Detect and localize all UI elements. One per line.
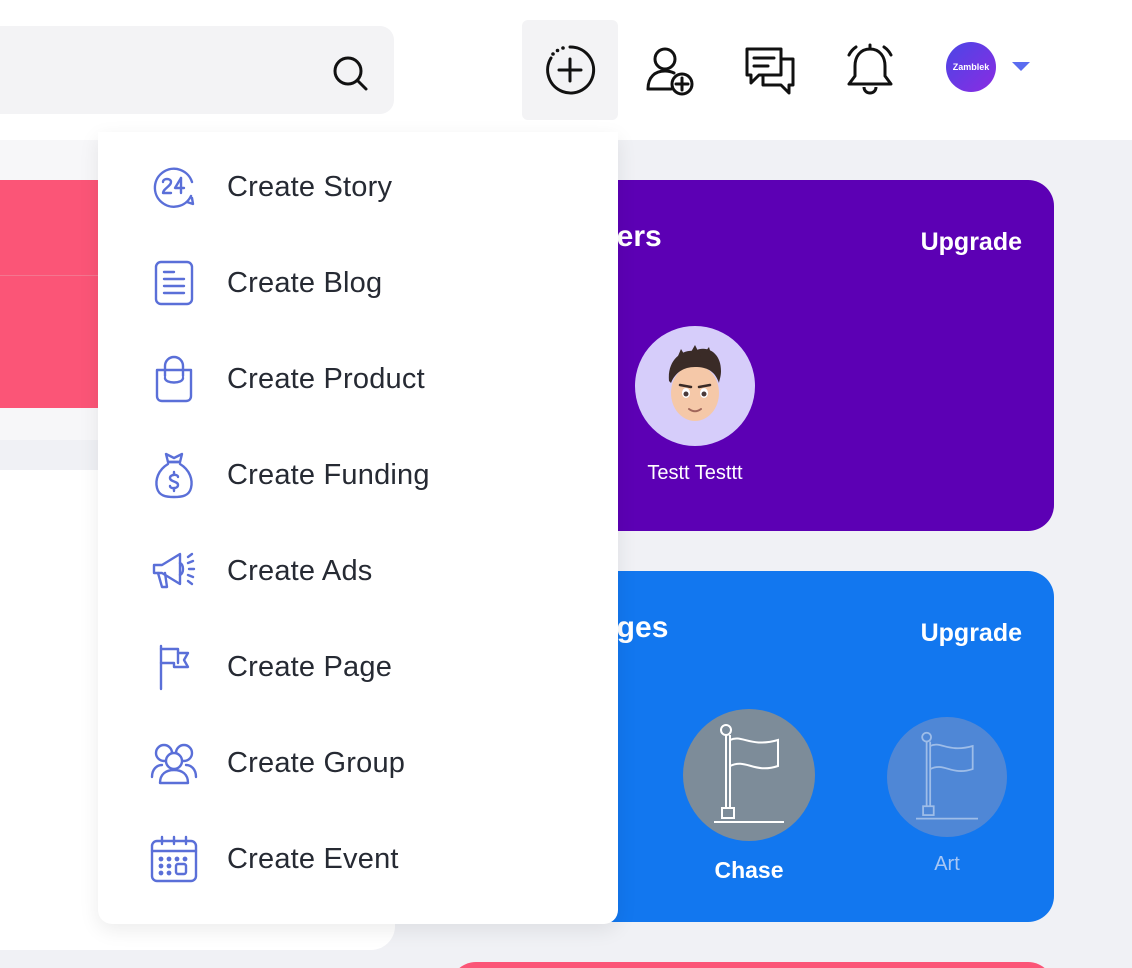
menu-item-create-event[interactable]: Create Event (98, 811, 618, 907)
bell-icon (847, 43, 893, 95)
divider (0, 275, 110, 276)
users-upgrade-link[interactable]: Upgrade (921, 228, 1022, 257)
calendar-icon (148, 833, 200, 885)
user-name[interactable]: Testt Testtt (635, 462, 755, 485)
page-avatar-chase[interactable] (683, 709, 815, 841)
flag-icon (148, 641, 200, 693)
flag-icon (714, 724, 784, 823)
menu-item-label: Create Blog (227, 266, 383, 299)
money-bag-icon (148, 449, 200, 501)
menu-item-create-story[interactable]: Create Story (98, 139, 618, 235)
chevron-down-icon[interactable] (1012, 62, 1030, 71)
menu-item-label: Create Page (227, 650, 393, 683)
menu-item-label: Create Product (227, 362, 425, 395)
menu-item-label: Create Event (227, 842, 399, 875)
shopping-bag-icon (148, 353, 200, 405)
pink-banner (0, 180, 110, 408)
menu-item-create-group[interactable]: Create Group (98, 715, 618, 811)
messages-button[interactable] (722, 20, 818, 120)
plus-circle-icon (546, 45, 596, 95)
memoji-avatar-icon (668, 345, 721, 421)
flag-icon (916, 731, 978, 820)
pages-card: ages Upgrade Chase Art (560, 571, 1054, 922)
add-friend-button[interactable] (622, 20, 718, 120)
chat-icon (745, 47, 795, 95)
menu-item-create-ads[interactable]: Create Ads (98, 523, 618, 619)
create-dropdown-menu: Create Story Create Blog Create Product (98, 132, 618, 924)
group-icon (148, 737, 200, 789)
page-avatar-art[interactable] (887, 717, 1007, 837)
search-icon[interactable] (330, 53, 370, 93)
add-user-icon (646, 47, 694, 96)
create-button[interactable] (522, 20, 618, 120)
avatar-text: Zamblek (952, 62, 990, 72)
page-name-chase[interactable]: Chase (683, 857, 815, 884)
menu-item-create-product[interactable]: Create Product (98, 331, 618, 427)
megaphone-icon (148, 545, 200, 597)
top-header: Zamblek (0, 0, 1132, 140)
pink-card-bottom (450, 962, 1054, 968)
notifications-button[interactable] (822, 20, 918, 120)
menu-item-create-page[interactable]: Create Page (98, 619, 618, 715)
users-card: sers Upgrade Testt Testtt (560, 180, 1054, 531)
pages-upgrade-link[interactable]: Upgrade (921, 619, 1022, 648)
menu-item-label: Create Group (227, 746, 406, 779)
menu-item-label: Create Story (227, 170, 393, 203)
user-avatar[interactable] (635, 326, 755, 446)
profile-avatar[interactable]: Zamblek (946, 42, 996, 92)
story-24-icon (148, 161, 200, 213)
page-name-art[interactable]: Art (887, 853, 1007, 876)
menu-item-label: Create Ads (227, 554, 373, 587)
menu-item-create-funding[interactable]: Create Funding (98, 427, 618, 523)
document-icon (148, 257, 200, 309)
menu-item-label: Create Funding (227, 458, 430, 491)
menu-item-create-blog[interactable]: Create Blog (98, 235, 618, 331)
